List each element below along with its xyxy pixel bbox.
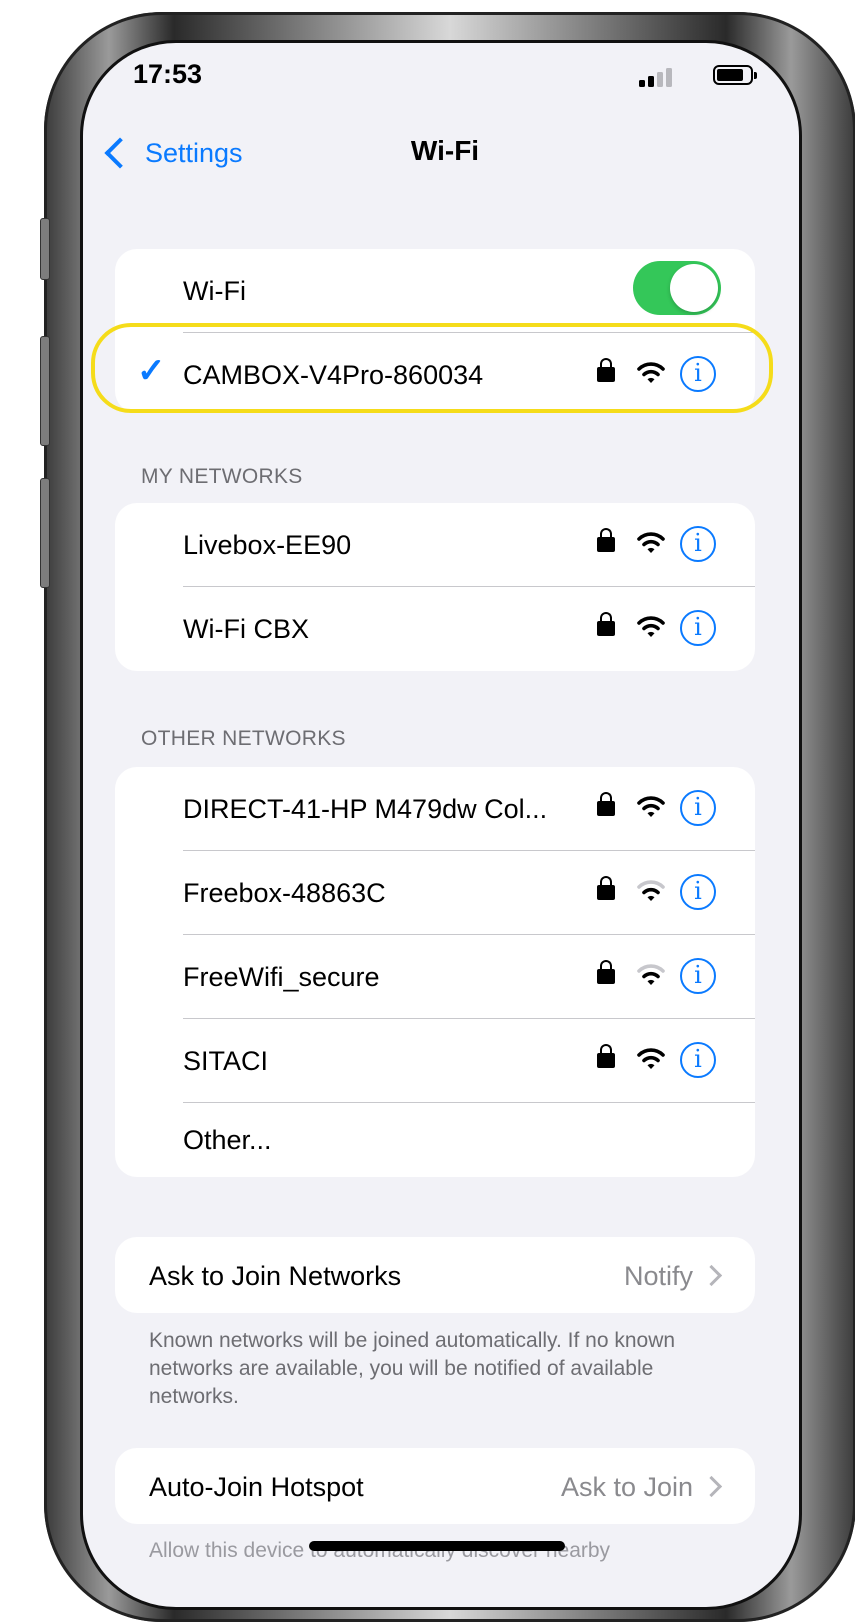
lock-icon: [597, 358, 615, 385]
status-time: 17:53: [133, 59, 203, 89]
lock-icon: [597, 876, 615, 903]
other-networks-group: DIRECT-41-HP M479dw Col... i Freebox-488…: [115, 767, 755, 1177]
other-network-row[interactable]: Other...: [115, 1103, 755, 1177]
info-icon[interactable]: i: [680, 526, 716, 562]
network-name: Wi-Fi CBX: [183, 613, 309, 644]
other-networks-title: OTHER NETWORKS: [141, 727, 346, 750]
network-row[interactable]: SITACI i: [115, 1019, 755, 1103]
network-name: SITACI: [183, 1045, 269, 1076]
chevron-right-icon: [700, 1264, 723, 1287]
auto-join-value: Ask to Join: [560, 1472, 693, 1502]
auto-join-row[interactable]: Auto-Join Hotspot Ask to Join: [115, 1448, 755, 1524]
lock-icon: [597, 612, 615, 639]
phone-screen: 17:53 Settings Wi-Fi Wi-Fi ✓ CAMBOX-V4Pr…: [80, 40, 802, 1610]
battery-icon: [713, 65, 757, 85]
auto-join-label: Auto-Join Hotspot: [149, 1472, 364, 1502]
ask-to-join-value: Notify: [623, 1261, 693, 1291]
network-name: Freebox-48863C: [183, 877, 386, 908]
lock-icon: [597, 792, 615, 819]
ask-to-join-footnote: Known networks will be joined automatica…: [149, 1329, 676, 1408]
home-indicator[interactable]: [309, 1541, 565, 1551]
info-icon[interactable]: i: [680, 356, 716, 392]
network-name: CAMBOX-V4Pro-860034: [183, 359, 484, 390]
ask-to-join-label: Ask to Join Networks: [149, 1261, 402, 1291]
wifi-weak-icon: [637, 964, 665, 985]
network-row[interactable]: FreeWifi_secure i: [115, 935, 755, 1019]
network-row[interactable]: Livebox-EE90 i: [115, 503, 755, 587]
ask-to-join-row[interactable]: Ask to Join Networks Notify: [115, 1237, 755, 1313]
network-name: Livebox-EE90: [183, 529, 352, 560]
wifi-weak-icon: [637, 880, 665, 901]
lock-icon: [597, 1044, 615, 1071]
wifi-icon: [637, 362, 665, 383]
wifi-group: Wi-Fi ✓ CAMBOX-V4Pro-860034 i: [115, 249, 755, 413]
wifi-toggle-row: Wi-Fi: [115, 249, 755, 333]
wifi-toggle[interactable]: [633, 261, 721, 315]
volume-up-button: [40, 336, 50, 446]
network-row[interactable]: DIRECT-41-HP M479dw Col... i: [115, 767, 755, 851]
other-network-label: Other...: [183, 1124, 272, 1155]
my-networks-group: Livebox-EE90 i Wi-Fi CBX i: [115, 503, 755, 671]
info-icon[interactable]: i: [680, 610, 716, 646]
wifi-icon: [637, 1048, 665, 1069]
info-icon[interactable]: i: [680, 958, 716, 994]
connected-network-row[interactable]: ✓ CAMBOX-V4Pro-860034 i: [115, 333, 755, 413]
info-icon[interactable]: i: [680, 874, 716, 910]
ask-to-join-group: Ask to Join Networks Notify: [115, 1237, 755, 1313]
lock-icon: [597, 528, 615, 555]
info-icon[interactable]: i: [680, 790, 716, 826]
info-icon[interactable]: i: [680, 1042, 716, 1078]
network-name: DIRECT-41-HP M479dw Col...: [183, 793, 548, 824]
auto-join-group: Auto-Join Hotspot Ask to Join: [115, 1448, 755, 1524]
lock-icon: [597, 960, 615, 987]
network-name: FreeWifi_secure: [183, 961, 380, 992]
page-title: Wi-Fi: [410, 135, 480, 166]
wifi-icon: [637, 532, 665, 553]
network-row[interactable]: Wi-Fi CBX i: [115, 587, 755, 671]
wifi-label: Wi-Fi: [183, 275, 246, 306]
my-networks-title: MY NETWORKS: [141, 465, 303, 488]
chevron-right-icon: [700, 1475, 723, 1498]
checkmark-icon: ✓: [137, 352, 166, 390]
network-row[interactable]: Freebox-48863C i: [115, 851, 755, 935]
silent-switch: [40, 218, 50, 280]
wifi-icon: [637, 796, 665, 817]
volume-down-button: [40, 478, 50, 588]
cellular-signal-icon: [639, 67, 675, 87]
wifi-icon: [637, 616, 665, 637]
